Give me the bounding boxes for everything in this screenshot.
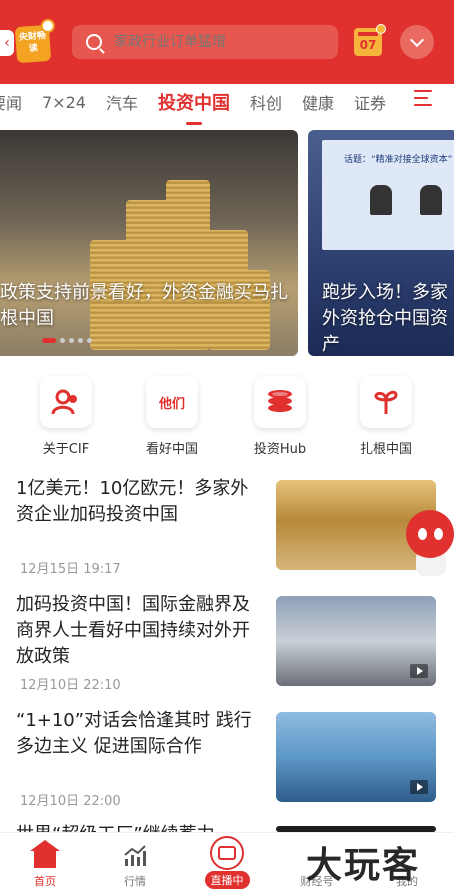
video-play-icon bbox=[410, 664, 428, 678]
carousel-dot bbox=[87, 338, 92, 343]
nav-live[interactable]: 直播中 bbox=[182, 836, 272, 889]
assistant-robot-icon[interactable] bbox=[402, 506, 454, 578]
speaker-photo bbox=[420, 185, 442, 215]
search-icon bbox=[86, 34, 102, 50]
search-input[interactable] bbox=[114, 34, 338, 50]
calendar-day: 07 bbox=[359, 38, 377, 52]
quick-link-rooted-china[interactable]: 扎根中国 bbox=[346, 376, 426, 457]
chart-trend-icon bbox=[90, 843, 180, 869]
screen-title: 话题：“精准对接全球资本” bbox=[344, 155, 453, 165]
hamburger-menu-icon[interactable] bbox=[414, 90, 432, 106]
tab-news[interactable]: 要闻 bbox=[0, 90, 22, 114]
quick-link-invest-hub[interactable]: 投资Hub bbox=[240, 376, 320, 457]
conference-screen-image: 话题：“精准对接全球资本” bbox=[322, 140, 454, 250]
speaker-photo bbox=[370, 185, 392, 215]
back-chevron-icon[interactable]: ‹ bbox=[0, 30, 14, 56]
banner-slide-next[interactable]: 话题：“精准对接全球资本” 跑步入场！多家外资抢仓中国资产 bbox=[308, 130, 454, 356]
banner-slide[interactable]: 政策支持前景看好，外资金融买马扎根中国 bbox=[0, 130, 298, 356]
quick-link-optimistic-china[interactable]: 他们 看好中国 bbox=[132, 376, 212, 457]
coins-icon bbox=[254, 376, 306, 428]
watermark-logo: 大玩客 bbox=[306, 844, 421, 886]
tab-invest-china[interactable]: 投资中国 bbox=[158, 89, 230, 125]
logo-badge: 央财畅读 bbox=[14, 24, 52, 64]
people-icon bbox=[40, 376, 92, 428]
tab-7x24[interactable]: 7×24 bbox=[42, 93, 86, 112]
news-time: 12月10日 22:00 bbox=[20, 794, 121, 809]
nav-market[interactable]: 行情 bbox=[90, 843, 180, 889]
home-icon bbox=[30, 840, 60, 868]
news-thumbnail[interactable] bbox=[276, 596, 436, 686]
tab-auto[interactable]: 汽车 bbox=[106, 90, 138, 114]
chevron-down-icon bbox=[409, 32, 425, 47]
carousel-dot bbox=[78, 338, 83, 343]
calendar-icon[interactable]: 07 bbox=[354, 24, 386, 56]
text-logo-icon: 他们 bbox=[146, 376, 198, 428]
tab-tech[interactable]: 科创 bbox=[250, 90, 282, 114]
tab-health[interactable]: 健康 bbox=[302, 90, 334, 114]
quick-link-label: 关于CIF bbox=[42, 442, 90, 457]
quick-link-about-cif[interactable]: 关于CIF bbox=[26, 376, 106, 457]
news-title[interactable]: “1+10”对话会恰逢其时 践行多边主义 促进国际合作 bbox=[16, 708, 266, 760]
quick-link-label: 扎根中国 bbox=[359, 442, 412, 457]
app-logo[interactable]: ‹ 央财畅读 bbox=[0, 22, 56, 66]
quick-links: 关于CIF 他们 看好中国 投资Hub 扎根中国 bbox=[0, 376, 454, 460]
sprout-icon bbox=[360, 376, 412, 428]
news-time: 12月10日 22:10 bbox=[20, 678, 121, 693]
live-tv-icon bbox=[210, 836, 244, 870]
nav-label: 行情 bbox=[124, 875, 146, 888]
nav-home[interactable]: 首页 bbox=[0, 840, 90, 889]
nav-label: 首页 bbox=[34, 875, 56, 888]
news-title[interactable]: 世界“超级工厂”继续蓄力 bbox=[16, 822, 266, 832]
carousel-dot bbox=[60, 338, 65, 343]
live-badge: 直播中 bbox=[204, 871, 250, 889]
video-play-icon bbox=[410, 780, 428, 794]
carousel-dot-active bbox=[42, 338, 56, 343]
banner-caption: 跑步入场！多家外资抢仓中国资产 bbox=[322, 282, 448, 355]
carousel-dot bbox=[69, 338, 74, 343]
top-header: ‹ 央财畅读 07 bbox=[0, 0, 454, 84]
news-title[interactable]: 1亿美元！10亿欧元！多家外资企业加码投资中国 bbox=[16, 476, 266, 528]
carousel-dots bbox=[42, 338, 96, 343]
news-title[interactable]: 加码投资中国！国际金融界及商界人士看好中国持续对外开放政策 bbox=[16, 592, 266, 670]
quick-link-label: 看好中国 bbox=[145, 442, 198, 457]
quick-link-label: 投资Hub bbox=[253, 442, 307, 457]
news-thumbnail[interactable] bbox=[276, 712, 436, 802]
tab-securities[interactable]: 证券 bbox=[354, 90, 386, 114]
channel-tabs: 要闻 7×24 汽车 投资中国 科创 健康 证券 bbox=[0, 84, 454, 125]
icon-text: 他们 bbox=[158, 396, 185, 412]
expand-menu-button[interactable] bbox=[400, 25, 434, 59]
news-time: 12月15日 19:17 bbox=[20, 562, 121, 577]
search-bar[interactable] bbox=[72, 25, 338, 59]
banner-caption: 政策支持前景看好，外资金融买马扎根中国 bbox=[0, 282, 288, 329]
